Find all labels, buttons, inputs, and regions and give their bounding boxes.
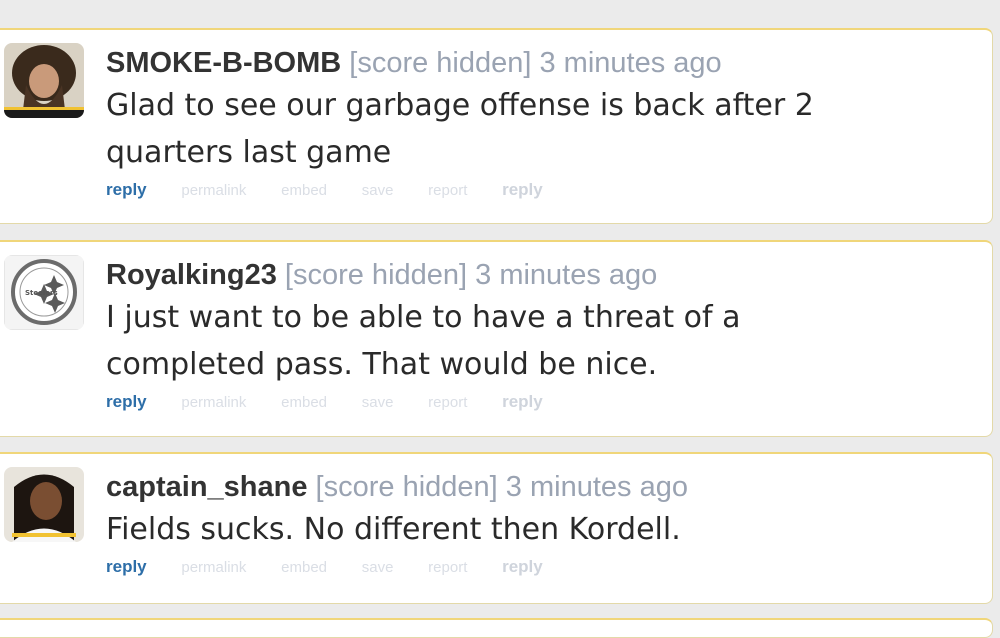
comment-text-line: quarters last game — [106, 135, 392, 170]
embed-link[interactable]: embed — [281, 182, 327, 199]
bearded-fan-avatar[interactable] — [4, 43, 84, 118]
score-hidden-label: [score hidden] — [284, 259, 468, 291]
embed-link[interactable]: embed — [281, 559, 327, 576]
reply-secondary-link[interactable]: reply — [502, 392, 543, 412]
comment-card: captain_shane [score hidden] 3 minutes a… — [0, 452, 993, 604]
comment-timestamp: 3 minutes ago — [539, 47, 722, 79]
permalink-link[interactable]: permalink — [181, 559, 246, 576]
comment-text-line: Fields sucks. No different then Kordell. — [106, 512, 681, 547]
comment-actions: reply permalink embed save report reply — [106, 392, 982, 416]
comment-text: Fields sucks. No different then Kordell. — [106, 506, 982, 553]
comment-author[interactable]: SMOKE-B-BOMB — [106, 47, 341, 79]
report-link[interactable]: report — [428, 182, 467, 199]
save-link[interactable]: save — [362, 182, 394, 199]
reply-secondary-link[interactable]: reply — [502, 180, 543, 200]
report-link[interactable]: report — [428, 559, 467, 576]
save-link[interactable]: save — [362, 394, 394, 411]
report-link[interactable]: report — [428, 394, 467, 411]
comment-text: Glad to see our garbage offense is back … — [106, 82, 982, 176]
comment-actions: reply permalink embed save report reply — [106, 180, 982, 204]
comment-timestamp: 3 minutes ago — [505, 471, 688, 503]
comment-author[interactable]: captain_shane — [106, 471, 307, 503]
reply-secondary-link[interactable]: reply — [502, 557, 543, 577]
comment-card-partial — [0, 618, 993, 638]
score-hidden-label: [score hidden] — [315, 471, 498, 503]
save-link[interactable]: save — [362, 559, 394, 576]
comment-timestamp: 3 minutes ago — [475, 259, 658, 291]
reply-link[interactable]: reply — [106, 392, 147, 412]
svg-text:Steelers: Steelers — [25, 289, 58, 297]
score-hidden-label: [score hidden] — [349, 47, 532, 79]
permalink-link[interactable]: permalink — [181, 394, 246, 411]
permalink-link[interactable]: permalink — [181, 182, 246, 199]
reply-link[interactable]: reply — [106, 180, 147, 200]
comment-text-line: completed pass. That would be nice. — [106, 347, 658, 382]
comment-card: Steelers Royalking23 [score hidden] 3 mi… — [0, 240, 993, 437]
comment-author[interactable]: Royalking23 — [106, 259, 277, 291]
comment-text: I just want to be able to have a threat … — [106, 294, 982, 388]
player-photo-avatar[interactable] — [4, 467, 84, 542]
steelers-logo-avatar[interactable]: Steelers — [4, 255, 84, 330]
embed-link[interactable]: embed — [281, 394, 327, 411]
comment-text-line: Glad to see our garbage offense is back … — [106, 88, 814, 123]
comment-text-line: I just want to be able to have a threat … — [106, 300, 741, 335]
reply-link[interactable]: reply — [106, 557, 147, 577]
comment-actions: reply permalink embed save report reply — [106, 557, 982, 581]
comment-card: SMOKE-B-BOMB [score hidden] 3 minutes ag… — [0, 28, 993, 224]
